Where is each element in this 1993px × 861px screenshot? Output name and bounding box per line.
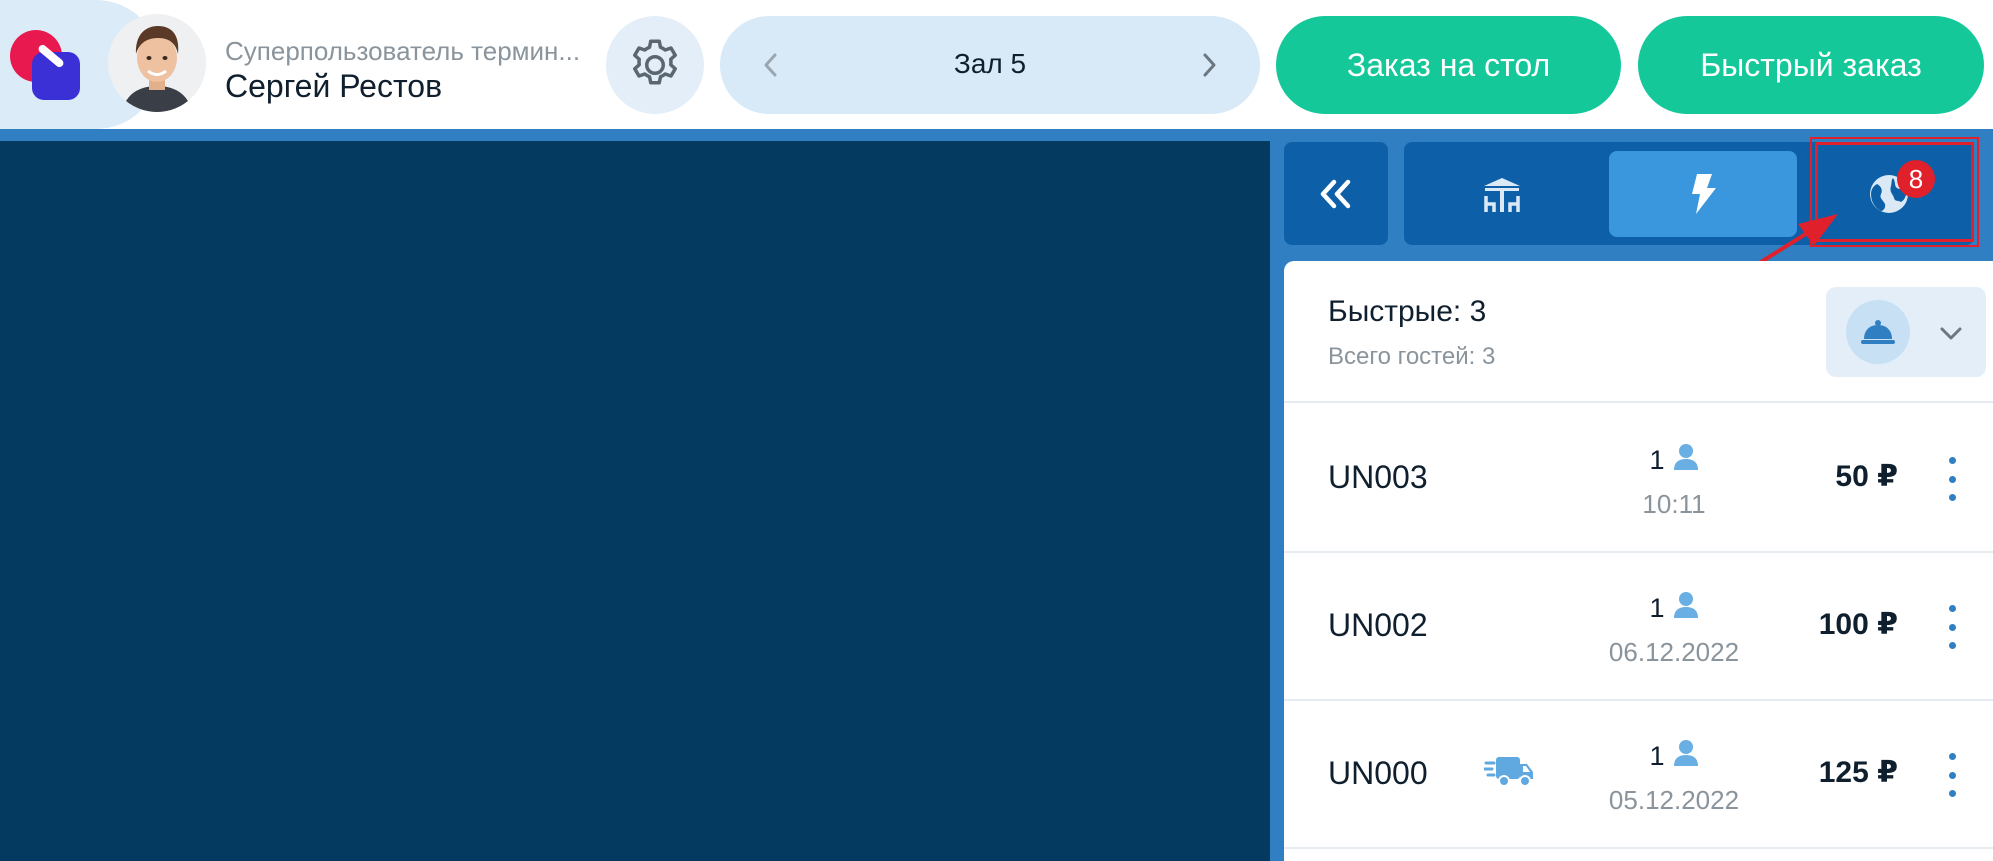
order-id: UN002: [1328, 607, 1428, 643]
collapse-panel-button[interactable]: [1284, 142, 1388, 245]
row-menu-button[interactable]: [1940, 753, 1964, 797]
guest-count: 1: [1584, 739, 1764, 772]
order-time: 05.12.2022: [1608, 785, 1740, 815]
order-row[interactable]: UN003 1 10:11 50 ₽: [1284, 405, 1993, 553]
notification-badge: 8: [1897, 160, 1935, 198]
top-bar: Суперпользователь термин... Сергей Ресто…: [0, 0, 1993, 129]
guest-count: 1: [1584, 443, 1764, 476]
table-order-button[interactable]: Заказ на стол: [1276, 16, 1621, 114]
hall-name: Зал 5: [953, 48, 1027, 79]
person-icon: [1673, 444, 1698, 470]
delivery-truck-icon: [1484, 757, 1533, 787]
menu-dot: [1948, 494, 1956, 501]
row-menu-button[interactable]: [1940, 457, 1964, 501]
guest-count: 1: [1584, 591, 1764, 624]
summary-title: Быстрые: 3: [1328, 295, 1487, 328]
menu-dot: [1948, 605, 1956, 612]
chevron-right-icon: [1203, 53, 1216, 77]
order-row[interactable]: UN002 1 06.12.2022 100 ₽: [1284, 553, 1993, 701]
hall-selector: Зал 5: [720, 16, 1260, 114]
chevron-down-icon: [1936, 319, 1966, 349]
person-icon: [1673, 740, 1698, 766]
order-time: 06.12.2022: [1608, 637, 1740, 667]
guest-count-value: 1: [1649, 593, 1665, 623]
user-role: Суперпользователь термин...: [225, 36, 581, 66]
double-chevron-left-icon: [1320, 179, 1351, 208]
hall-next-button[interactable]: [1184, 40, 1234, 90]
menu-dot: [1948, 790, 1956, 797]
menu-dot: [1948, 771, 1956, 779]
person-icon: [1673, 592, 1698, 618]
avatar-image: [108, 14, 206, 112]
quick-order-button[interactable]: Быстрый заказ: [1638, 16, 1984, 114]
orders-summary: Быстрые: 3 Всего гостей: 3: [1284, 261, 1993, 403]
order-sum: 50 ₽: [1835, 460, 1898, 493]
row-menu-button[interactable]: [1940, 605, 1964, 649]
order-id: UN000: [1328, 755, 1428, 791]
order-row[interactable]: UN000 1 05.12.2022 125 ₽: [1284, 701, 1993, 849]
tables-icon: [1484, 178, 1520, 212]
orders-panel: Быстрые: 3 Всего гостей: 3 UN003 1 10:11: [1284, 261, 1993, 861]
guest-count-value: 1: [1649, 741, 1665, 771]
summary-guests: Всего гостей: 3: [1328, 343, 1496, 370]
hall-map-area[interactable]: [0, 141, 1270, 861]
user-name: Сергей Рестов: [225, 68, 443, 104]
guest-count-value: 1: [1649, 445, 1665, 475]
order-sum: 100 ₽: [1818, 608, 1898, 641]
menu-dot: [1948, 623, 1956, 631]
order-id: UN003: [1328, 459, 1428, 495]
order-time: 10:11: [1642, 489, 1706, 519]
bell-circle: [1846, 300, 1910, 364]
menu-dot: [1948, 457, 1956, 464]
settings-button[interactable]: [606, 16, 704, 114]
menu-dot: [1948, 642, 1956, 649]
menu-dot: [1948, 753, 1956, 760]
order-sum: 125 ₽: [1818, 756, 1898, 789]
avatar[interactable]: [108, 14, 206, 112]
menu-dot: [1948, 475, 1956, 483]
tab-tables[interactable]: [1414, 151, 1590, 237]
service-filter-dropdown[interactable]: [1826, 287, 1986, 377]
gear-icon: [633, 39, 677, 85]
service-bell-icon: [1861, 320, 1895, 344]
